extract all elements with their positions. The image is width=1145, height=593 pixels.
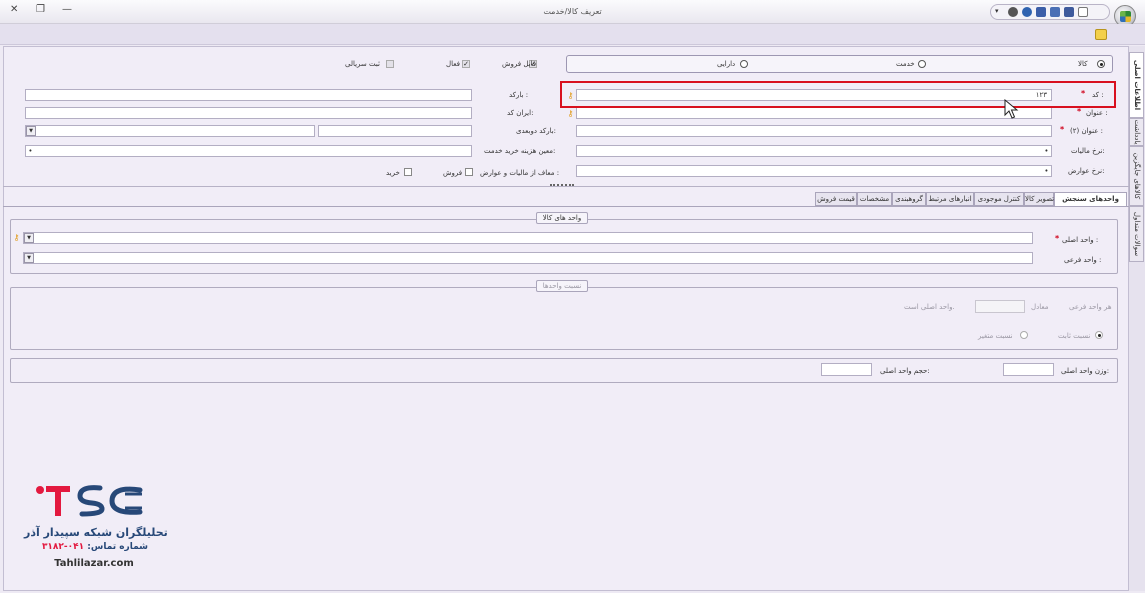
serial-label: ثبت سریالی (345, 60, 380, 68)
radio-variable-ratio[interactable] (1020, 331, 1028, 339)
volume-input[interactable] (821, 363, 872, 376)
help-icon[interactable] (1008, 7, 1018, 17)
radio-goods-label: کالا (1078, 60, 1088, 68)
main-unit-lock-icon[interactable]: ⚷ (12, 233, 21, 242)
side-tab-notes[interactable]: یادداشت (1129, 118, 1144, 146)
exempt-sale-checkbox[interactable] (465, 168, 473, 176)
ratio-group (10, 287, 1118, 350)
title2-required-mark: * (1060, 125, 1065, 134)
volume-label: حجم واحد اصلی: (880, 367, 930, 375)
title2-input[interactable] (576, 125, 1052, 137)
measures-group (10, 358, 1118, 383)
barcode-label: بارکد : (509, 91, 529, 99)
tab-grouping[interactable]: گروهبندی (892, 192, 926, 206)
active-checkbox[interactable]: ✓ (462, 60, 470, 68)
double-barcode-dropdown-icon[interactable]: ▼ (26, 126, 36, 136)
ratio-input[interactable] (975, 300, 1025, 313)
company-phone: شماره تماس: ۰۴۱-۳۱۸۲ (41, 542, 148, 552)
company-website: Tahlilazar.com (54, 558, 134, 569)
customize-toolbar-icon[interactable]: ▾ (995, 7, 999, 15)
radio-asset-label: دارایی (717, 60, 736, 68)
sub-unit-dropdown-icon[interactable]: ▼ (24, 253, 34, 263)
title-label: عنوان : (1086, 109, 1108, 117)
variable-ratio-label: نسبت متغیر (978, 332, 1013, 340)
tab-sale-price[interactable]: قیمت فروش (815, 192, 857, 206)
side-tab-main-info[interactable]: اطلاعات اصلی (1129, 52, 1144, 118)
tax-exempt-label: معاف از مالیات و عوارض : (480, 169, 560, 177)
duty-rate-input[interactable] (576, 165, 1052, 177)
info-icon[interactable] (1022, 7, 1032, 17)
equals-label: معادل (1031, 303, 1049, 311)
tax-rate-input[interactable] (576, 145, 1052, 157)
tab-related-warehouses[interactable]: انبارهای مرتبط (926, 192, 974, 206)
tab-specifications[interactable]: مشخصات (857, 192, 892, 206)
new-icon[interactable] (1078, 7, 1088, 17)
barcode-input[interactable] (25, 89, 472, 101)
mouse-cursor-icon (1004, 99, 1019, 119)
highlight-box (560, 81, 1116, 108)
fixed-ratio-label: نسبت ثابت (1058, 332, 1091, 340)
radio-fixed-ratio[interactable] (1095, 331, 1103, 339)
tab-inventory-control[interactable]: کنترل موجودی (974, 192, 1024, 206)
serial-checkbox[interactable] (386, 60, 394, 68)
title-required-mark: * (1077, 107, 1082, 116)
sellable-label: قابل فروش (502, 60, 537, 68)
tab-measurement-units[interactable]: واحدهای سنجش (1054, 192, 1127, 207)
weight-label: وزن واحد اصلی: (1061, 367, 1110, 375)
active-label: فعال (446, 60, 460, 68)
side-tab-faq[interactable]: سوالات متداول (1129, 206, 1144, 262)
main-unit-is-label: واحد اصلی است. (904, 303, 955, 311)
side-tab-substitute-items[interactable]: کالاهای جایگزین (1129, 146, 1144, 206)
company-logo-icon (36, 485, 143, 517)
save-new-icon[interactable] (1050, 7, 1060, 17)
main-unit-required-mark: * (1055, 234, 1060, 243)
tax-rate-lookup-icon[interactable]: • (1044, 146, 1049, 156)
save-close-icon[interactable] (1036, 7, 1046, 17)
radio-service[interactable] (918, 60, 926, 68)
double-barcode-label: بارکد دوبعدی: (516, 127, 557, 135)
weight-input[interactable] (1003, 363, 1054, 376)
service-purchase-cost-lookup-icon[interactable]: • (28, 146, 33, 156)
main-unit-combo[interactable] (23, 232, 1033, 244)
tab-item-image[interactable]: تصویر کالا (1024, 192, 1054, 206)
title-input[interactable] (576, 107, 1052, 119)
each-sub-unit-label: هر واحد فرعی (1069, 303, 1112, 311)
radio-service-label: خدمت (896, 60, 915, 68)
duty-rate-label: نرخ عوارض: (1068, 167, 1105, 175)
radio-asset[interactable] (740, 60, 748, 68)
close-icon[interactable]: ✕ (10, 4, 18, 15)
main-unit-label: واحد اصلی : (1062, 236, 1099, 244)
save-icon[interactable] (1064, 7, 1074, 17)
iran-code-input[interactable] (25, 107, 472, 119)
title2-label: عنوان (۲) : (1070, 127, 1104, 135)
double-barcode-combo[interactable] (25, 125, 315, 137)
exempt-sale-label: فروش (443, 169, 463, 177)
note-icon[interactable] (1095, 29, 1107, 40)
double-barcode-input[interactable] (318, 125, 472, 137)
units-group-title: واحد های کالا (536, 212, 588, 224)
company-name: تحلیلگران شبکه سپیدار آذر (24, 526, 168, 539)
exempt-purchase-label: خرید (386, 169, 400, 177)
tax-rate-label: نرخ مالیات: (1071, 147, 1105, 155)
exempt-purchase-checkbox[interactable] (404, 168, 412, 176)
main-unit-dropdown-icon[interactable]: ▼ (24, 233, 34, 243)
splitter-grip[interactable] (550, 184, 574, 188)
radio-goods[interactable] (1097, 60, 1105, 68)
units-group (10, 219, 1118, 274)
window-title: تعریف کالا/خدمت (543, 7, 602, 16)
item-type-group (566, 55, 1113, 73)
duty-rate-lookup-icon[interactable]: • (1044, 166, 1049, 176)
service-purchase-cost-label: معین هزینه خرید خدمت: (484, 147, 556, 155)
ratio-group-title: نسبت واحدها (536, 280, 588, 292)
minimize-icon[interactable]: — (62, 4, 72, 15)
sub-unit-combo[interactable] (23, 252, 1033, 264)
tab-content-border (3, 206, 1129, 207)
ribbon (0, 24, 1145, 45)
restore-icon[interactable]: ❐ (36, 4, 45, 15)
service-purchase-cost-input[interactable] (25, 145, 472, 157)
sub-unit-label: واحد فرعی : (1064, 256, 1102, 264)
iran-code-label: ایران کد: (507, 109, 534, 117)
title-lock-icon[interactable]: ⚷ (566, 109, 575, 118)
